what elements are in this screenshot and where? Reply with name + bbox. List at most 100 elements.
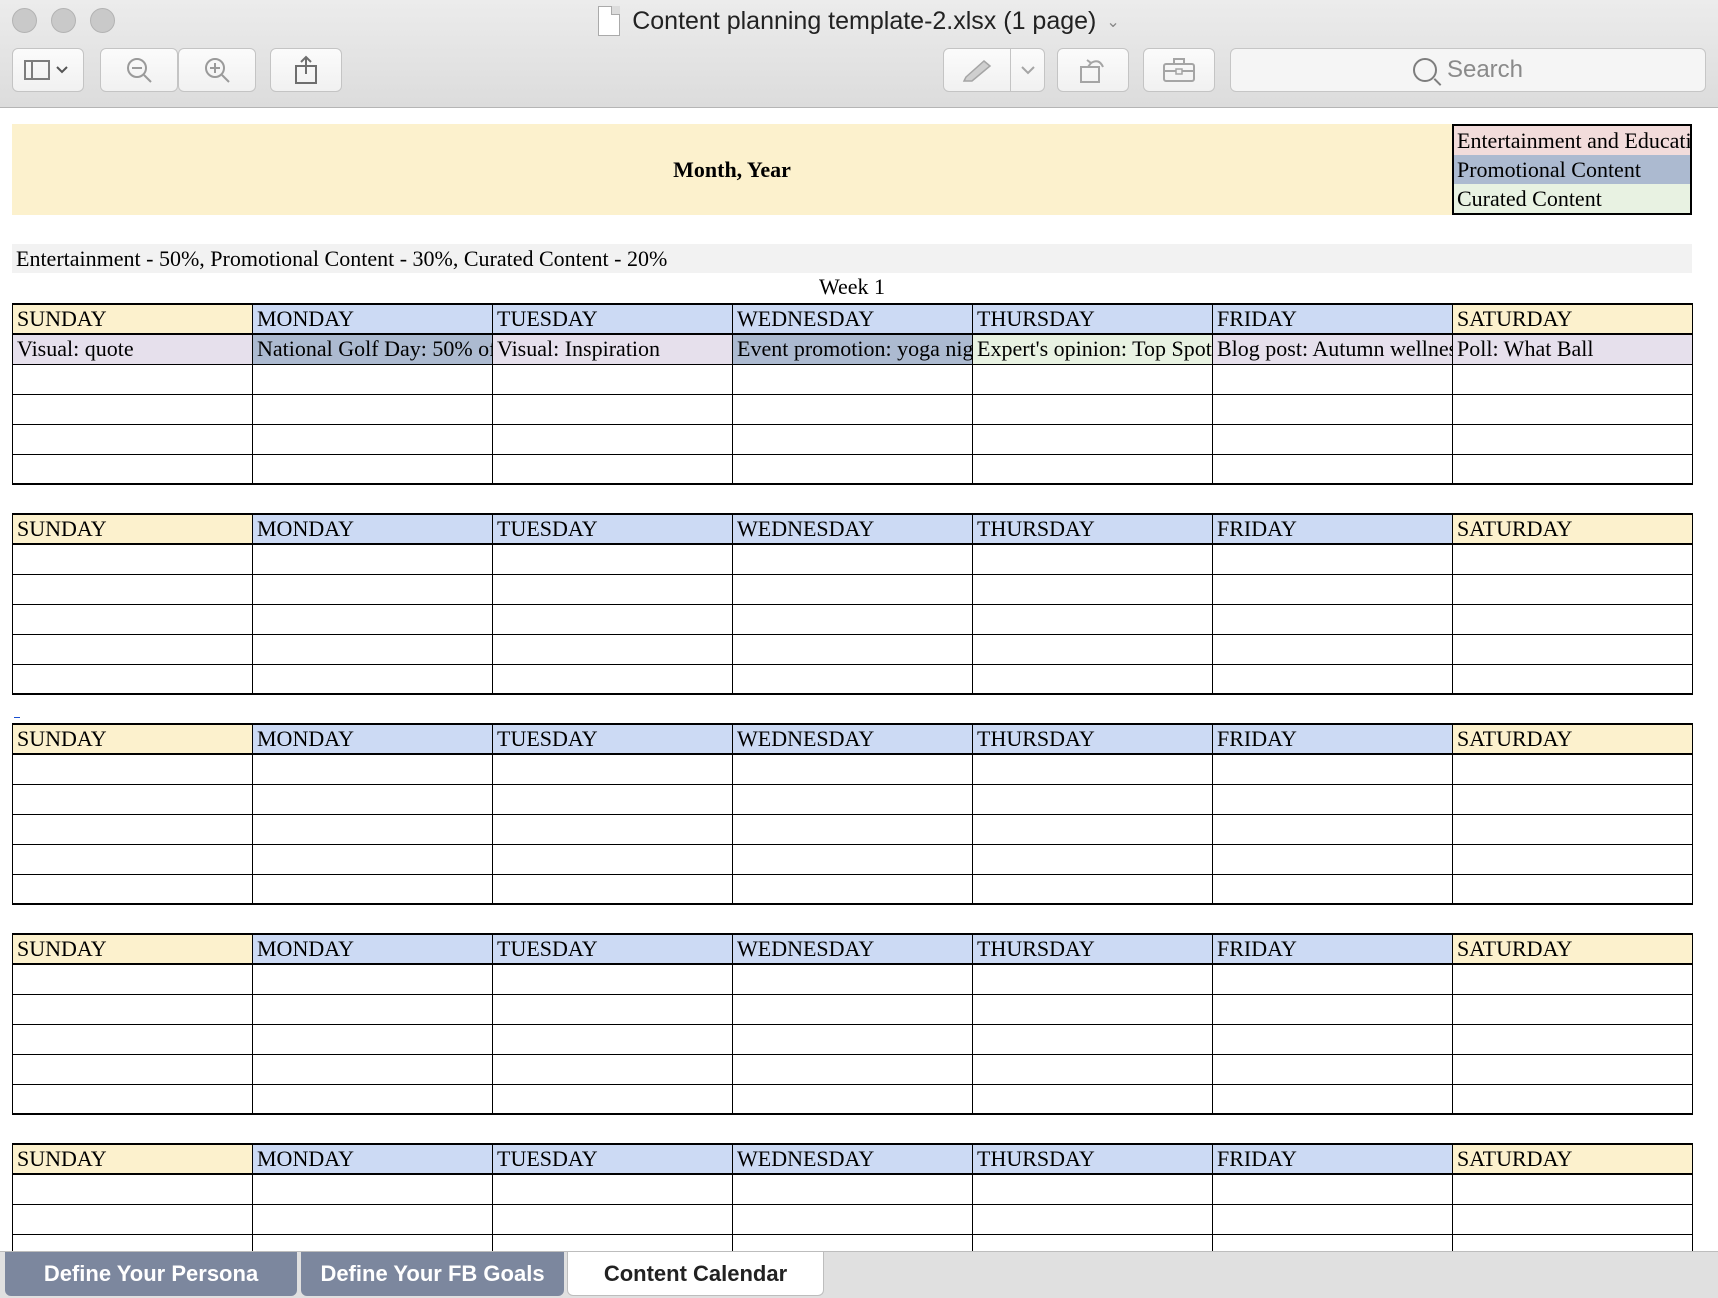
calendar-cell[interactable] — [1452, 603, 1693, 635]
calendar-cell[interactable] — [1212, 393, 1453, 425]
calendar-cell[interactable] — [732, 543, 973, 575]
calendar-cell[interactable] — [732, 963, 973, 995]
calendar-cell[interactable] — [252, 1053, 493, 1085]
markup-button[interactable] — [943, 48, 1011, 92]
calendar-cell[interactable] — [252, 573, 493, 605]
calendar-cell[interactable] — [12, 873, 253, 905]
calendar-cell[interactable] — [1452, 1233, 1693, 1251]
toolbox-button[interactable] — [1143, 48, 1215, 92]
calendar-cell[interactable] — [972, 603, 1213, 635]
day-header-friday[interactable]: FRIDAY — [1212, 723, 1453, 755]
day-header-wednesday[interactable]: WEDNESDAY — [732, 513, 973, 545]
day-header-saturday[interactable]: SATURDAY — [1452, 1143, 1693, 1175]
calendar-cell[interactable] — [1212, 873, 1453, 905]
post-cell-thursday[interactable]: Expert's opinion: Top Spots — [972, 333, 1213, 365]
window-title[interactable]: Content planning template-2.xlsx (1 page… — [632, 7, 1096, 36]
calendar-cell[interactable] — [1452, 1083, 1693, 1115]
week-label[interactable]: Week 1 — [742, 273, 962, 301]
day-header-tuesday[interactable]: TUESDAY — [492, 303, 733, 335]
calendar-cell[interactable] — [12, 543, 253, 575]
calendar-cell[interactable] — [492, 1203, 733, 1235]
calendar-cell[interactable] — [732, 1083, 973, 1115]
calendar-cell[interactable] — [1212, 633, 1453, 665]
calendar-cell[interactable] — [492, 813, 733, 845]
calendar-cell[interactable] — [1212, 603, 1453, 635]
calendar-cell[interactable] — [252, 633, 493, 665]
calendar-cell[interactable] — [492, 603, 733, 635]
calendar-cell[interactable] — [732, 423, 973, 455]
calendar-cell[interactable] — [972, 1023, 1213, 1055]
calendar-cell[interactable] — [972, 753, 1213, 785]
calendar-cell[interactable] — [972, 573, 1213, 605]
calendar-cell[interactable] — [1452, 363, 1693, 395]
calendar-cell[interactable] — [252, 603, 493, 635]
calendar-cell[interactable] — [1212, 423, 1453, 455]
calendar-cell[interactable] — [732, 393, 973, 425]
calendar-cell[interactable] — [12, 843, 253, 875]
calendar-cell[interactable] — [732, 1023, 973, 1055]
day-header-monday[interactable]: MONDAY — [252, 723, 493, 755]
calendar-cell[interactable] — [12, 363, 253, 395]
calendar-cell[interactable] — [492, 873, 733, 905]
calendar-cell[interactable] — [1452, 1023, 1693, 1055]
calendar-cell[interactable] — [12, 993, 253, 1025]
calendar-cell[interactable] — [1212, 783, 1453, 815]
calendar-cell[interactable] — [492, 963, 733, 995]
calendar-cell[interactable] — [12, 783, 253, 815]
day-header-tuesday[interactable]: TUESDAY — [492, 1143, 733, 1175]
calendar-cell[interactable] — [972, 423, 1213, 455]
day-header-friday[interactable]: FRIDAY — [1212, 933, 1453, 965]
day-header-friday[interactable]: FRIDAY — [1212, 513, 1453, 545]
calendar-cell[interactable] — [492, 993, 733, 1025]
calendar-cell[interactable] — [252, 1173, 493, 1205]
calendar-cell[interactable] — [1212, 543, 1453, 575]
calendar-cell[interactable] — [1212, 663, 1453, 695]
day-header-thursday[interactable]: THURSDAY — [972, 933, 1213, 965]
post-cell-tuesday[interactable]: Visual: Inspiration — [492, 333, 733, 365]
day-header-thursday[interactable]: THURSDAY — [972, 1143, 1213, 1175]
search-field[interactable]: Search — [1230, 48, 1706, 92]
calendar-cell[interactable] — [732, 1173, 973, 1205]
legend-curated[interactable]: Curated Content — [1454, 184, 1690, 213]
calendar-cell[interactable] — [1212, 753, 1453, 785]
calendar-cell[interactable] — [1452, 543, 1693, 575]
day-header-monday[interactable]: MONDAY — [252, 1143, 493, 1175]
calendar-cell[interactable] — [252, 1233, 493, 1251]
calendar-cell[interactable] — [492, 453, 733, 485]
day-header-tuesday[interactable]: TUESDAY — [492, 513, 733, 545]
calendar-cell[interactable] — [1212, 573, 1453, 605]
calendar-cell[interactable] — [492, 543, 733, 575]
tab-content-calendar[interactable]: Content Calendar — [567, 1252, 824, 1296]
calendar-cell[interactable] — [492, 1023, 733, 1055]
calendar-cell[interactable] — [972, 843, 1213, 875]
tab-define-your-fb-goals[interactable]: Define Your FB Goals — [301, 1252, 564, 1296]
calendar-cell[interactable] — [1452, 813, 1693, 845]
post-cell-friday[interactable]: Blog post: Autumn wellness — [1212, 333, 1453, 365]
calendar-cell[interactable] — [252, 963, 493, 995]
day-header-sunday[interactable]: SUNDAY — [12, 1143, 253, 1175]
calendar-cell[interactable] — [1212, 363, 1453, 395]
calendar-cell[interactable] — [732, 783, 973, 815]
legend-entertainment[interactable]: Entertainment and Education — [1454, 126, 1690, 155]
month-year-title[interactable]: Month, Year — [12, 124, 1452, 215]
calendar-cell[interactable] — [972, 543, 1213, 575]
day-header-thursday[interactable]: THURSDAY — [972, 723, 1213, 755]
calendar-cell[interactable] — [732, 363, 973, 395]
calendar-cell[interactable] — [732, 843, 973, 875]
markup-menu-button[interactable] — [1010, 48, 1045, 92]
day-header-tuesday[interactable]: TUESDAY — [492, 933, 733, 965]
calendar-cell[interactable] — [1212, 1173, 1453, 1205]
calendar-cell[interactable] — [1452, 423, 1693, 455]
calendar-cell[interactable] — [252, 843, 493, 875]
title-menu-chevron-icon[interactable]: ⌄ — [1106, 12, 1119, 31]
calendar-cell[interactable] — [492, 363, 733, 395]
calendar-cell[interactable] — [732, 1053, 973, 1085]
calendar-cell[interactable] — [1452, 663, 1693, 695]
calendar-cell[interactable] — [732, 993, 973, 1025]
calendar-cell[interactable] — [732, 573, 973, 605]
calendar-cell[interactable] — [732, 603, 973, 635]
day-header-monday[interactable]: MONDAY — [252, 513, 493, 545]
calendar-cell[interactable] — [12, 1053, 253, 1085]
calendar-cell[interactable] — [1212, 453, 1453, 485]
calendar-cell[interactable] — [732, 813, 973, 845]
